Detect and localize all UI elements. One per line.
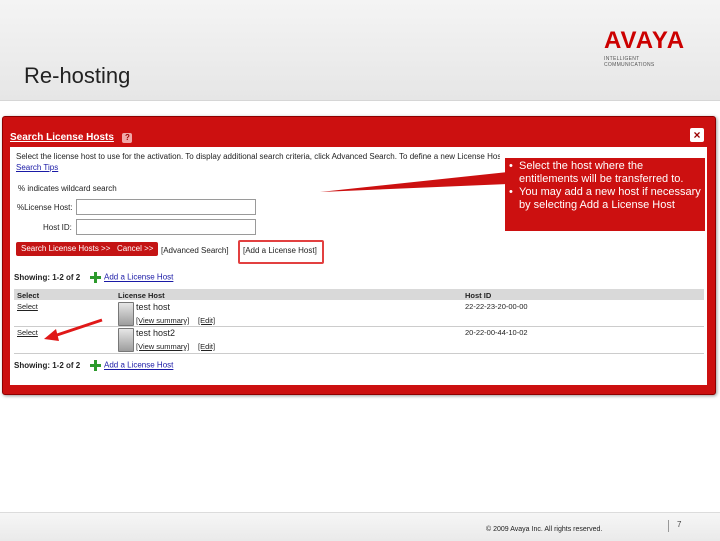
- row-2-host-id: 20-22-00-44-10-02: [465, 328, 528, 337]
- logo-tagline: INTELLIGENT COMMUNICATIONS: [604, 56, 655, 68]
- copyright-text: © 2009 Avaya Inc. All rights reserved.: [486, 526, 603, 533]
- row-divider: [14, 353, 704, 354]
- host-id-input[interactable]: [76, 219, 256, 235]
- callout-bullet-1: Select the host where the entitlements w…: [509, 160, 701, 186]
- advanced-search-link[interactable]: [Advanced Search]: [161, 246, 229, 255]
- plus-icon: [90, 360, 101, 371]
- logo-wordmark: AVAYA: [604, 27, 686, 54]
- dialog-header: Search License Hosts ?: [10, 127, 710, 143]
- search-license-hosts-button[interactable]: Search License Hosts >>: [16, 242, 116, 256]
- dialog-title: Search License Hosts: [10, 132, 114, 143]
- row-1-host-id: 22-22-23-20-00-00: [465, 302, 528, 311]
- add-license-host-bracket-link[interactable]: [Add a License Host]: [243, 246, 317, 255]
- server-icon: [118, 328, 134, 352]
- add-license-host-link-top[interactable]: Add a License Host: [104, 273, 173, 282]
- row-1-host-name: test host: [136, 302, 171, 312]
- search-tips-link[interactable]: Search Tips: [16, 163, 58, 172]
- row-divider: [14, 326, 704, 327]
- showing-count-top: Showing: 1-2 of 2: [14, 273, 81, 282]
- row-1-view-summary[interactable]: [View summary]: [136, 316, 189, 325]
- license-host-label: %License Host:: [17, 203, 73, 212]
- server-icon: [118, 302, 134, 326]
- row-2-edit[interactable]: [Edit]: [198, 342, 215, 351]
- row-1-select-link[interactable]: Select: [17, 302, 38, 311]
- row-2-select-link[interactable]: Select: [17, 328, 38, 337]
- license-host-input[interactable]: [76, 199, 256, 215]
- avaya-logo: AVAYA INTELLIGENT COMMUNICATIONS: [604, 27, 690, 69]
- slide-footer-band: [0, 512, 720, 541]
- instructions-text: Select the license host to use for the a…: [16, 152, 500, 161]
- column-header-select: Select: [17, 291, 40, 300]
- callout-bullet-2: You may add a new host if necessary by s…: [509, 186, 701, 212]
- help-icon[interactable]: ?: [122, 133, 133, 143]
- showing-count-bottom: Showing: 1-2 of 2: [14, 361, 81, 370]
- column-header-host-id[interactable]: Host ID: [465, 291, 491, 300]
- cancel-button[interactable]: Cancel >>: [112, 242, 159, 256]
- row-2-host-name: test host2: [136, 328, 176, 338]
- add-host-top[interactable]: Add a License Host: [90, 272, 173, 283]
- slide-title: Re-hosting: [24, 63, 131, 88]
- add-license-host-link-bottom[interactable]: Add a License Host: [104, 361, 173, 370]
- close-icon[interactable]: ×: [690, 128, 704, 142]
- callout-box: Select the host where the entitlements w…: [505, 158, 705, 231]
- page-number: 7: [668, 520, 681, 532]
- row-2-view-summary[interactable]: [View summary]: [136, 342, 189, 351]
- row-1-edit[interactable]: [Edit]: [198, 316, 215, 325]
- callout-pointer: [320, 172, 508, 192]
- wildcard-note: % indicates wildcard search: [18, 184, 117, 193]
- add-host-bottom[interactable]: Add a License Host: [90, 360, 173, 371]
- callout-list: Select the host where the entitlements w…: [505, 158, 705, 212]
- host-id-label: Host ID:: [43, 223, 72, 232]
- plus-icon: [90, 272, 101, 283]
- column-header-license-host[interactable]: License Host: [118, 291, 165, 300]
- pointer-arrow-icon: [44, 318, 103, 341]
